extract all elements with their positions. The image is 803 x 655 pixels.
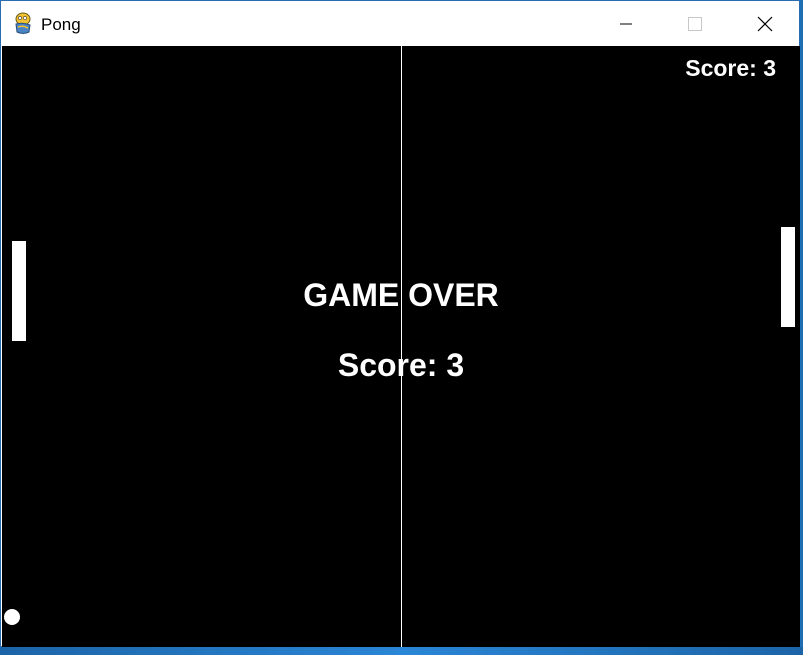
python-snake-icon [12,12,34,36]
game-canvas[interactable]: Score: 3 GAME OVER Score: 3 [2,46,800,647]
window-title: Pong [41,15,81,34]
final-score-text: Score: 3 [337,347,465,383]
maximize-button[interactable] [672,1,718,46]
title-bar[interactable]: Pong [1,1,799,46]
pong-window: Pong Score: 3 GAME OVER Score: 3 [0,0,800,647]
game-over-text: GAME OVER [303,277,499,313]
close-button[interactable] [742,1,788,46]
score-display: Score: 3 [685,55,776,81]
minimize-button[interactable] [603,1,649,46]
minimize-icon [618,16,634,32]
ball [4,609,20,625]
desktop-taskbar-edge [0,647,803,655]
close-icon [757,16,773,32]
maximize-icon [687,16,703,32]
